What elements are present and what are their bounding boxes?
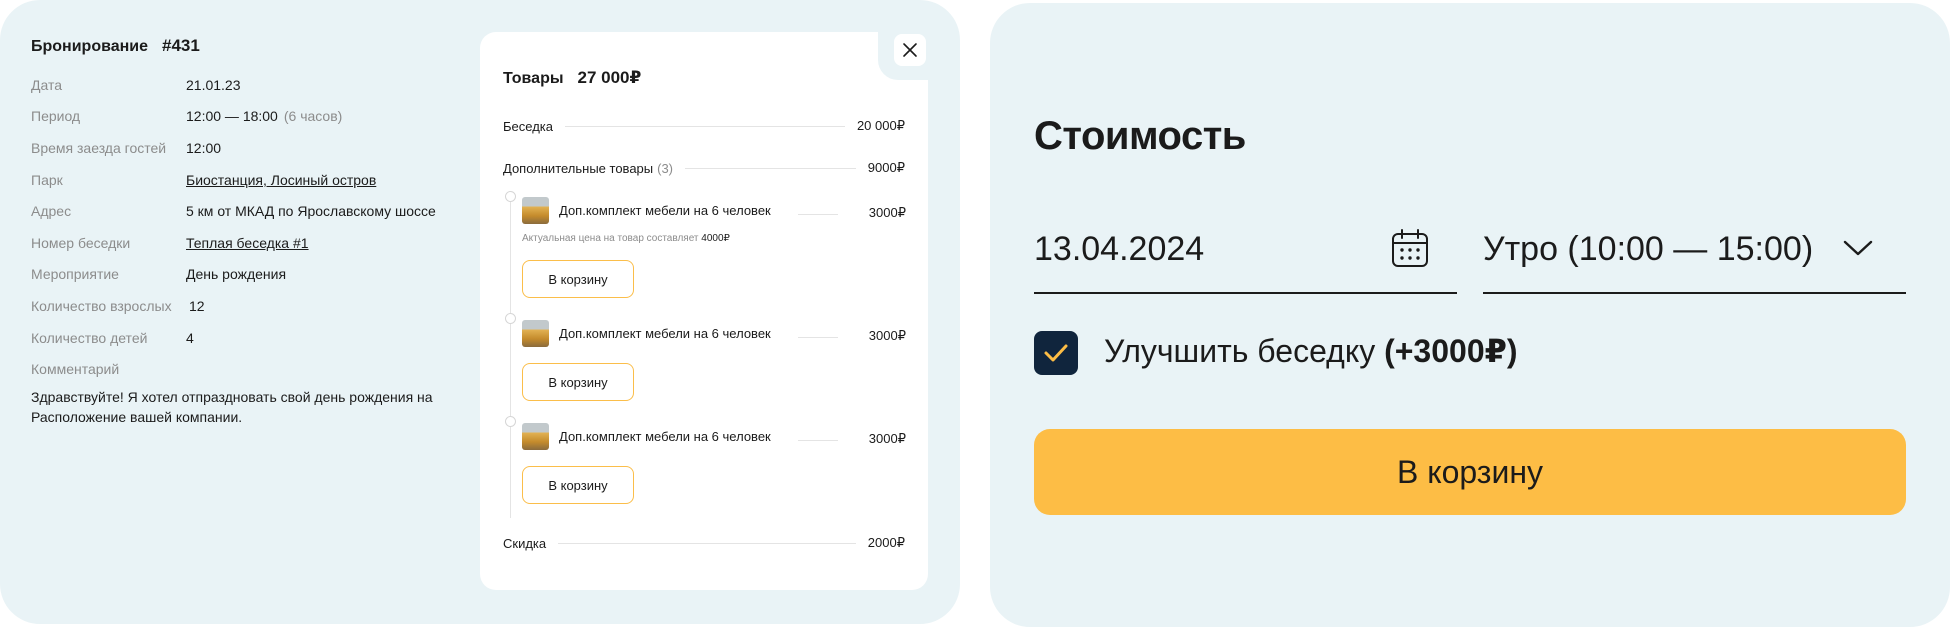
upgrade-text: Улучшить беседку bbox=[1104, 333, 1376, 369]
gazebo-line: Беседка 20 000₽ bbox=[503, 117, 905, 135]
items-timeline bbox=[510, 196, 511, 518]
info-label: Комментарий bbox=[31, 361, 120, 377]
close-icon bbox=[903, 43, 917, 57]
date-value: 13.04.2024 bbox=[1034, 230, 1205, 268]
close-button[interactable] bbox=[894, 34, 926, 66]
park-link[interactable]: Биостанция, Лосиный остров bbox=[186, 172, 376, 188]
extras-count: (3) bbox=[657, 160, 674, 176]
timeline-dot bbox=[505, 416, 516, 427]
discount-label: Скидка bbox=[503, 535, 547, 551]
info-value: 12:00 — 18:00 (6 часов) bbox=[186, 108, 342, 124]
chevron-down-icon[interactable] bbox=[1842, 236, 1874, 258]
info-value: 5 км от МКАД по Ярославскому шоссе bbox=[186, 203, 436, 219]
timeline-dot bbox=[505, 191, 516, 202]
time-slot-select[interactable]: Утро (10:00 — 15:00) bbox=[1483, 222, 1906, 294]
item-thumbnail bbox=[522, 197, 549, 224]
pricing-title: Стоимость bbox=[1034, 114, 1246, 158]
item-note-price: 4000₽ bbox=[701, 233, 730, 244]
item-name: Доп.комплект мебели на 6 человек bbox=[559, 429, 771, 444]
extras-line-label: Дополнительные товары bbox=[503, 160, 654, 176]
add-to-cart-button[interactable]: В корзину bbox=[522, 260, 634, 298]
leader-line bbox=[685, 167, 856, 169]
booking-number: #431 bbox=[162, 36, 200, 55]
leader-line bbox=[798, 440, 838, 441]
item-thumbnail bbox=[522, 423, 549, 450]
date-field[interactable]: 13.04.2024 bbox=[1034, 222, 1457, 294]
item-name: Доп.комплект мебели на 6 человек bbox=[559, 203, 771, 218]
leader-line bbox=[798, 337, 838, 338]
extras-line: Дополнительные товары (3) 9000₽ bbox=[503, 159, 905, 177]
leader-line bbox=[558, 542, 856, 544]
item-price: 3000₽ bbox=[868, 328, 906, 343]
info-label: Парк bbox=[31, 172, 63, 188]
add-to-cart-button[interactable]: В корзину bbox=[522, 466, 634, 504]
info-value: 12 bbox=[189, 298, 205, 314]
info-label: Номер беседки bbox=[31, 235, 131, 251]
pricing-panel bbox=[990, 3, 1950, 627]
period-duration: (6 часов) bbox=[283, 108, 343, 124]
cart-title: Товары bbox=[503, 70, 564, 87]
period-value: 12:00 — 18:00 bbox=[186, 108, 278, 124]
calendar-icon[interactable] bbox=[1391, 228, 1429, 268]
leader-line bbox=[565, 125, 845, 127]
cart-card bbox=[480, 32, 928, 590]
gazebo-link[interactable]: Теплая беседка #1 bbox=[186, 235, 309, 251]
timeline-dot bbox=[505, 313, 516, 324]
item-price-note: Актуальная цена на товар составляет 4000… bbox=[522, 233, 730, 244]
info-value: 21.01.23 bbox=[186, 77, 241, 93]
cart-header: Товары 27 000₽ bbox=[503, 68, 641, 88]
booking-title-label: Бронирование bbox=[31, 38, 149, 55]
gazebo-line-label: Беседка bbox=[503, 118, 553, 134]
item-price: 3000₽ bbox=[868, 205, 906, 220]
info-value: 4 bbox=[186, 330, 194, 346]
info-label: Мероприятие bbox=[31, 266, 119, 282]
comment-text: Здравствуйте! Я хотел отпраздновать свой… bbox=[31, 389, 433, 425]
add-to-cart-main-button[interactable]: В корзину bbox=[1034, 429, 1906, 515]
info-label: Дата bbox=[31, 77, 63, 93]
info-label: Период bbox=[31, 108, 81, 124]
booking-title: Бронирование #431 bbox=[31, 36, 200, 56]
extras-line-price: 9000₽ bbox=[867, 160, 905, 175]
item-name: Доп.комплект мебели на 6 человек bbox=[559, 326, 771, 341]
add-to-cart-button[interactable]: В корзину bbox=[522, 363, 634, 401]
discount-price: 2000₽ bbox=[867, 535, 905, 550]
info-label: Адрес bbox=[31, 203, 72, 219]
leader-line bbox=[798, 214, 838, 215]
time-slot-value: Утро (10:00 — 15:00) bbox=[1483, 230, 1814, 268]
check-icon bbox=[1044, 344, 1068, 362]
item-thumbnail bbox=[522, 320, 549, 347]
info-value: День рождения bbox=[186, 266, 287, 282]
item-price: 3000₽ bbox=[868, 431, 906, 446]
upgrade-label[interactable]: Улучшить беседку (+3000₽) bbox=[1104, 332, 1518, 370]
discount-line: Скидка 2000₽ bbox=[503, 534, 905, 552]
info-label: Количество детей bbox=[31, 330, 148, 346]
info-label: Количество взрослых bbox=[31, 298, 172, 314]
info-value: 12:00 bbox=[186, 140, 222, 156]
upgrade-price: (+3000₽) bbox=[1384, 333, 1518, 369]
item-note-text: Актуальная цена на товар составляет bbox=[522, 233, 699, 244]
info-label: Время заезда гостей bbox=[31, 140, 167, 156]
cart-total: 27 000₽ bbox=[577, 68, 642, 87]
upgrade-checkbox[interactable] bbox=[1034, 331, 1078, 375]
gazebo-line-price: 20 000₽ bbox=[856, 118, 905, 133]
